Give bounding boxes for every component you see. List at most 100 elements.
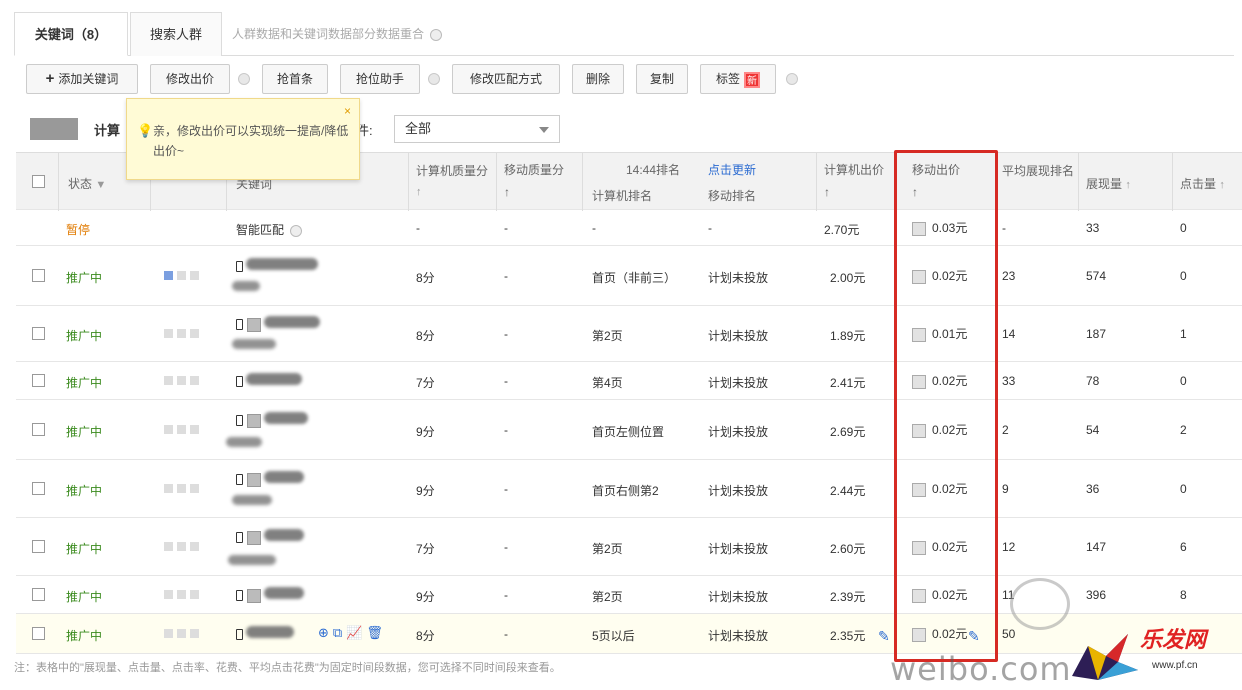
- header-clicks-label: 点击量: [1180, 177, 1217, 191]
- help-icon[interactable]: [786, 73, 798, 85]
- status-text: 推广中: [66, 590, 103, 604]
- bid-checkbox[interactable]: [912, 627, 926, 642]
- tag-button[interactable]: 标签新: [700, 64, 776, 94]
- close-icon[interactable]: ×: [344, 101, 351, 121]
- avg-rank: 12: [1002, 540, 1016, 554]
- chart-icon[interactable]: 📈: [346, 625, 362, 641]
- tab-note: 人群数据和关键词数据部分数据重合: [232, 12, 443, 56]
- device-indicators: [164, 422, 203, 436]
- table-row[interactable]: 推广中 9分 - 首页右侧第2 计划未投放 2.44元 0.02元 9 36 0: [16, 460, 1242, 518]
- keyword-blurred-line2: [232, 280, 260, 294]
- pc-rank: 第4页: [592, 376, 623, 390]
- mobile-rank: -: [708, 221, 712, 235]
- mobile-quality: -: [504, 374, 508, 388]
- row-checkbox[interactable]: [32, 374, 45, 387]
- header-impressions[interactable]: 展现量 ↑: [1086, 175, 1131, 192]
- table-row[interactable]: 推广中 8分 - 第2页 计划未投放 1.89元 0.01元 14 187 1: [16, 306, 1242, 362]
- copy-icon[interactable]: ⧉: [333, 625, 342, 641]
- row-checkbox[interactable]: [32, 482, 45, 495]
- keyword-blurred-line2: [226, 436, 262, 450]
- sort-icon[interactable]: ↑: [824, 185, 830, 199]
- rank-helper-label: 抢位助手: [355, 72, 404, 86]
- new-badge: 新: [744, 71, 760, 88]
- pc-rank: 第2页: [592, 590, 623, 604]
- grab-first-button[interactable]: 抢首条: [262, 64, 328, 94]
- weibo-logo-icon: [1010, 578, 1070, 630]
- refresh-link[interactable]: 点击更新: [708, 161, 756, 178]
- clicks: 0: [1180, 482, 1187, 496]
- pc-rank: 第2页: [592, 329, 623, 343]
- divider: [1078, 153, 1079, 211]
- mobile-bid-value: 0.02元: [932, 627, 968, 641]
- bid-checkbox[interactable]: [912, 423, 926, 438]
- pc-rank: 首页（非前三）: [592, 271, 677, 285]
- tab-search-audience[interactable]: 搜索人群: [130, 12, 222, 56]
- bid-checkbox[interactable]: [912, 374, 926, 389]
- device-indicators: [164, 539, 203, 553]
- bid-checkbox[interactable]: [912, 482, 926, 497]
- add-keyword-button[interactable]: + 添加关键词: [26, 64, 138, 94]
- help-icon[interactable]: [428, 73, 440, 85]
- pc-quality: 9分: [416, 425, 435, 439]
- row-checkbox[interactable]: [32, 423, 45, 436]
- help-icon[interactable]: [238, 73, 250, 85]
- image-icon: [247, 472, 261, 487]
- select-all-checkbox[interactable]: [32, 175, 45, 188]
- edit-pencil-icon[interactable]: ✎: [878, 628, 890, 645]
- help-icon[interactable]: [290, 224, 303, 237]
- table-row[interactable]: 推广中 9分 - 首页左侧位置 计划未投放 2.69元 0.02元 2 54 2: [16, 400, 1242, 460]
- row-checkbox[interactable]: [32, 627, 45, 640]
- pc-quality: -: [416, 221, 420, 235]
- divider: [1172, 153, 1173, 211]
- clicks: 0: [1180, 374, 1187, 388]
- pc-rank: 5页以后: [592, 629, 635, 643]
- copy-button[interactable]: 复制: [636, 64, 688, 94]
- filter-select-value: 全部: [405, 121, 432, 136]
- sort-icon: ↑: [1125, 179, 1131, 191]
- edit-pencil-icon[interactable]: ✎: [968, 628, 980, 645]
- header-status[interactable]: 状态 ▼: [68, 175, 106, 192]
- bid-checkbox[interactable]: [912, 269, 926, 284]
- table-row[interactable]: 推广中 8分 - 首页（非前三） 计划未投放 2.00元 0.02元 23 57…: [16, 246, 1242, 306]
- keyword-blurred-line2: [232, 338, 276, 352]
- pc-quality: 7分: [416, 542, 435, 556]
- table-row[interactable]: 推广中 7分 - 第2页 计划未投放 2.60元 0.02元 12 147 6: [16, 518, 1242, 576]
- rank-helper-button[interactable]: 抢位助手: [340, 64, 420, 94]
- header-avg-rank: 平均展现排名: [1002, 164, 1075, 178]
- filter-select[interactable]: 全部: [394, 115, 560, 143]
- delete-button[interactable]: 删除: [572, 64, 624, 94]
- header-clicks[interactable]: 点击量 ↑: [1180, 175, 1225, 192]
- row-checkbox[interactable]: [32, 540, 45, 553]
- mobile-rank: 计划未投放: [708, 542, 769, 556]
- table-row[interactable]: 推广中 7分 - 第4页 计划未投放 2.41元 0.02元 33 78 0: [16, 362, 1242, 400]
- impressions: 574: [1086, 269, 1107, 283]
- pc-bid: 1.89元: [830, 329, 866, 343]
- help-icon[interactable]: [430, 28, 443, 41]
- trash-icon[interactable]: 🗑: [366, 625, 383, 641]
- row-checkbox[interactable]: [32, 588, 45, 601]
- row-checkbox[interactable]: [32, 269, 45, 282]
- modify-bid-button[interactable]: 修改出价: [150, 64, 230, 94]
- header-mobile-rank: 移动排名: [708, 189, 757, 203]
- row-checkbox[interactable]: [32, 327, 45, 340]
- impressions: 147: [1086, 540, 1107, 554]
- pc-bid: 2.44元: [830, 484, 866, 498]
- clicks: 0: [1180, 269, 1187, 283]
- bid-checkbox[interactable]: [912, 540, 926, 555]
- table-row[interactable]: 暂停 智能匹配 - - - - 2.70元 0.03元 - 33 0: [16, 210, 1242, 246]
- bid-checkbox[interactable]: [912, 327, 926, 342]
- sort-icon[interactable]: ↑: [504, 185, 510, 199]
- search-icon[interactable]: ⊕: [318, 625, 329, 641]
- pc-bid: 2.00元: [830, 271, 866, 285]
- pc-bid: 2.70元: [824, 223, 860, 237]
- bid-checkbox[interactable]: [912, 588, 926, 603]
- modify-match-button[interactable]: 修改匹配方式: [452, 64, 560, 94]
- header-pc-quality[interactable]: 计算机质量分 ↑: [416, 161, 496, 202]
- header-impressions-label: 展现量: [1086, 177, 1123, 191]
- sort-icon[interactable]: ↑: [912, 185, 918, 199]
- bid-checkbox[interactable]: [912, 221, 926, 236]
- keyword-text: 智能匹配: [236, 221, 303, 238]
- avg-rank: 14: [1002, 327, 1016, 341]
- mobile-rank: 计划未投放: [708, 329, 769, 343]
- tab-keywords[interactable]: 关键词（8）: [14, 12, 128, 56]
